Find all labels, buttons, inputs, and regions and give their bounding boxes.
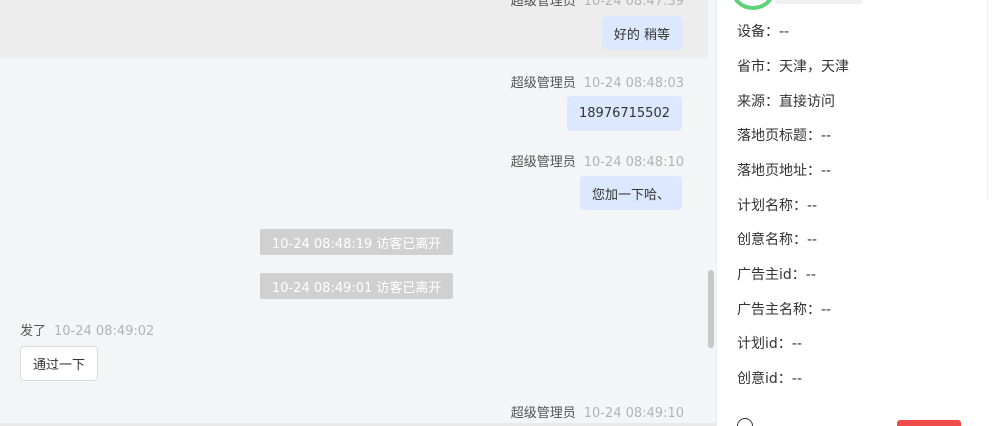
message-sender: 超级管理员 xyxy=(510,0,576,9)
visitor-info-panel: 设备：-- 省市：天津，天津 来源：直接访问 落地页标题：-- 落地页地址：--… xyxy=(716,0,998,426)
status-badge[interactable] xyxy=(897,420,961,426)
section-header xyxy=(737,418,761,426)
message-time: 10-24 08:49:10 xyxy=(583,406,684,421)
message-sender: 发了 xyxy=(20,324,47,339)
info-region: 省市：天津，天津 xyxy=(737,59,849,75)
visitor-name-placeholder xyxy=(775,0,863,4)
message-meta: 超级管理员 10-24 08:49:10 xyxy=(511,402,684,421)
info-creative-id: 创意id：-- xyxy=(737,371,802,387)
info-device: 设备：-- xyxy=(737,24,790,40)
message-sender: 超级管理员 xyxy=(510,155,576,170)
message-meta: 发了 10-24 08:49:02 xyxy=(20,320,154,339)
chat-panel: 超级管理员 10-24 08:47:39 好的 稍等 超级管理员 10-24 08:… xyxy=(0,0,716,426)
message-time: 10-24 08:48:03 xyxy=(583,76,684,91)
message-bubble: 您加一下哈、 xyxy=(579,176,682,210)
system-notice: 10-24 08:49:01 访客已离开 xyxy=(260,273,454,299)
info-advertiser-id: 广告主id：-- xyxy=(737,267,816,283)
info-creative-name: 创意名称：-- xyxy=(737,232,818,248)
info-advertiser-name: 广告主名称：-- xyxy=(737,302,832,318)
message-bubble: 通过一下 xyxy=(20,346,99,381)
info-landing-url: 落地页地址：-- xyxy=(737,163,832,179)
info-plan-name: 计划名称：-- xyxy=(737,198,818,214)
panel-scroll-edge xyxy=(987,0,998,200)
message-time: 10-24 08:48:10 xyxy=(583,155,684,170)
info-source: 来源：直接访问 xyxy=(737,94,835,110)
message-meta: 超级管理员 10-24 08:48:03 xyxy=(511,72,684,91)
avatar xyxy=(731,0,775,10)
chat-scrollbar[interactable] xyxy=(708,270,714,348)
message-time: 10-24 08:49:02 xyxy=(54,324,155,339)
info-circle-icon xyxy=(737,418,753,426)
system-notice: 10-24 08:48:19 访客已离开 xyxy=(260,229,454,255)
message-bubble: 好的 稍等 xyxy=(601,16,682,50)
message-sender: 超级管理员 xyxy=(510,406,576,421)
message-bubble: 18976715502 xyxy=(567,96,682,131)
message-time: 10-24 08:47:39 xyxy=(583,0,684,9)
info-plan-id: 计划id：-- xyxy=(737,336,802,352)
info-landing-title: 落地页标题：-- xyxy=(737,128,832,144)
message-meta: 超级管理员 10-24 08:47:39 xyxy=(511,0,684,9)
message-meta: 超级管理员 10-24 08:48:10 xyxy=(511,151,684,170)
message-sender: 超级管理员 xyxy=(510,76,576,91)
